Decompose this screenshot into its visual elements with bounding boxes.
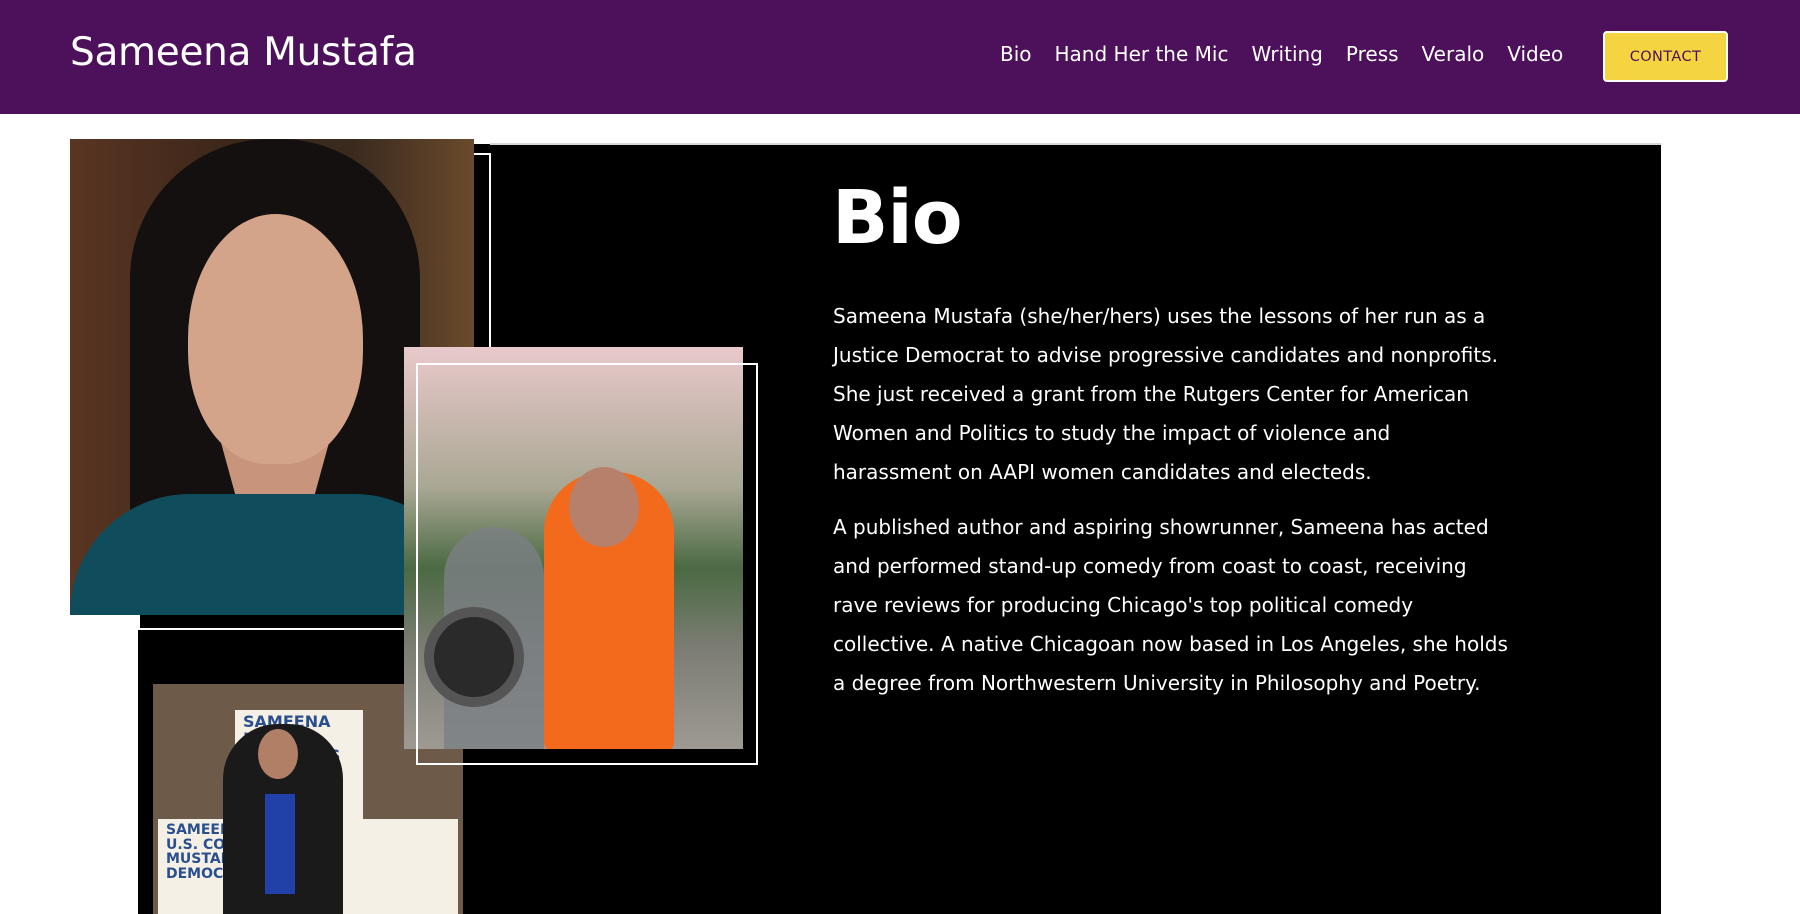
nav-item-bio[interactable]: Bio	[1000, 42, 1032, 66]
speaker-top	[265, 794, 295, 894]
site-header: Sameena Mustafa Bio Hand Her the Mic Wri…	[0, 0, 1800, 114]
main-nav: Bio Hand Her the Mic Writing Press Veral…	[1000, 42, 1563, 66]
nav-item-writing[interactable]: Writing	[1251, 42, 1322, 66]
nav-item-video[interactable]: Video	[1507, 42, 1563, 66]
page-margin	[1661, 114, 1800, 905]
bio-paragraph-1: Sameena Mustafa (she/her/hers) uses the …	[833, 304, 1498, 484]
bio-paragraph-2: A published author and aspiring showrunn…	[833, 515, 1508, 695]
nav-item-press[interactable]: Press	[1346, 42, 1399, 66]
contact-button[interactable]: CONTACT	[1603, 31, 1728, 82]
speaker-face	[258, 729, 298, 779]
site-title[interactable]: Sameena Mustafa	[70, 30, 417, 75]
bio-heading: Bio	[832, 175, 963, 261]
panel-divider	[490, 143, 1661, 145]
rally-frame	[416, 363, 758, 765]
portrait-face	[188, 214, 363, 464]
nav-item-hand-her-the-mic[interactable]: Hand Her the Mic	[1055, 42, 1229, 66]
nav-item-veralo[interactable]: Veralo	[1422, 42, 1485, 66]
